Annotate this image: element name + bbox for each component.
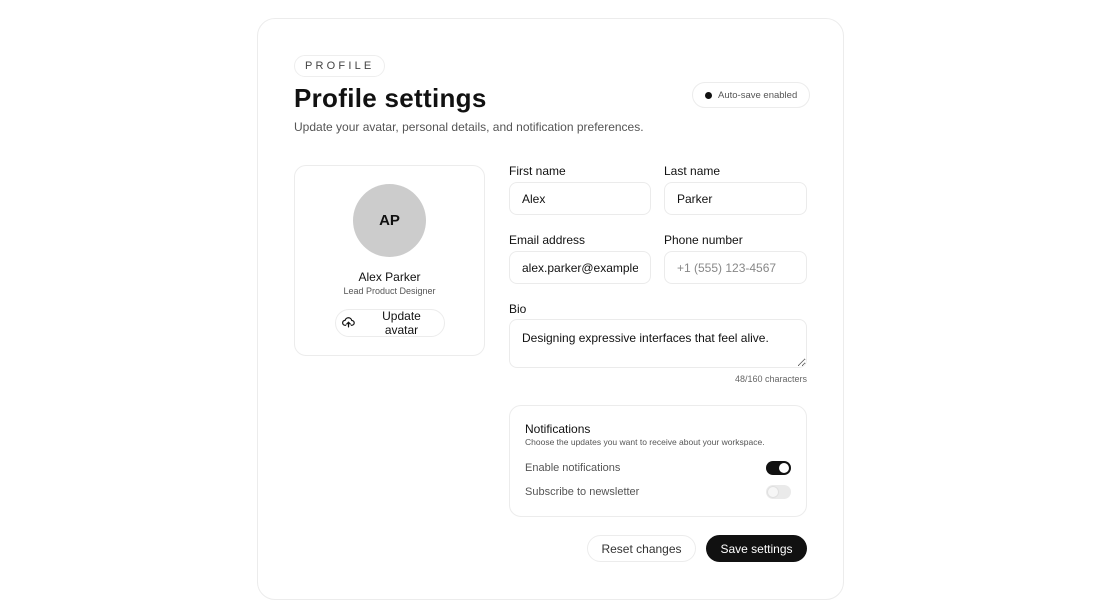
autosave-label: Auto-save enabled [718,89,798,101]
profile-settings-card: PROFILE Profile settings Update your ava… [257,18,844,600]
status-dot-icon [705,91,712,99]
reset-changes-button[interactable]: Reset changes [587,535,696,562]
bio-label: Bio [509,302,527,316]
newsletter-toggle[interactable] [766,485,791,499]
avatar: AP [353,184,426,257]
notifications-panel: Notifications Choose the updates you wan… [509,405,807,517]
toggle-row-newsletter: Subscribe to newsletter [525,484,791,500]
notifications-title: Notifications [525,422,591,436]
save-settings-button[interactable]: Save settings [706,535,807,562]
update-avatar-label: Update avatar [382,309,421,337]
profile-name: Alex Parker [358,270,421,284]
section-eyebrow: PROFILE [294,55,386,77]
first-name-label: First name [509,164,566,178]
toggle-knob [768,487,778,497]
upload-cloud-icon [342,316,355,331]
notifications-description: Choose the updates you want to receive a… [525,437,765,447]
last-name-label: Last name [664,164,721,178]
page-subtitle: Update your avatar, personal details, an… [294,120,644,134]
profile-role: Lead Product Designer [343,286,436,296]
enable-notifications-toggle[interactable] [766,461,791,475]
page-title: Profile settings [294,83,487,113]
newsletter-label: Subscribe to newsletter [525,486,640,498]
bio-textarea[interactable]: Designing expressive interfaces that fee… [509,319,807,368]
update-avatar-button[interactable]: Update avatar [335,309,445,337]
toggle-row-enable-notifications: Enable notifications [525,460,791,476]
enable-notifications-label: Enable notifications [525,462,621,474]
toggle-knob [779,463,789,473]
autosave-badge: Auto-save enabled [692,82,811,108]
last-name-input[interactable] [664,182,807,215]
email-label: Email address [509,233,586,247]
first-name-input[interactable] [509,182,651,215]
bio-character-counter: 48/160 characters [734,374,807,384]
profile-summary-card: AP Alex Parker Lead Product Designer Upd… [294,165,485,356]
phone-label: Phone number [664,233,743,247]
email-field[interactable] [509,251,651,284]
phone-field[interactable] [664,251,807,284]
avatar-initials: AP [379,212,400,229]
